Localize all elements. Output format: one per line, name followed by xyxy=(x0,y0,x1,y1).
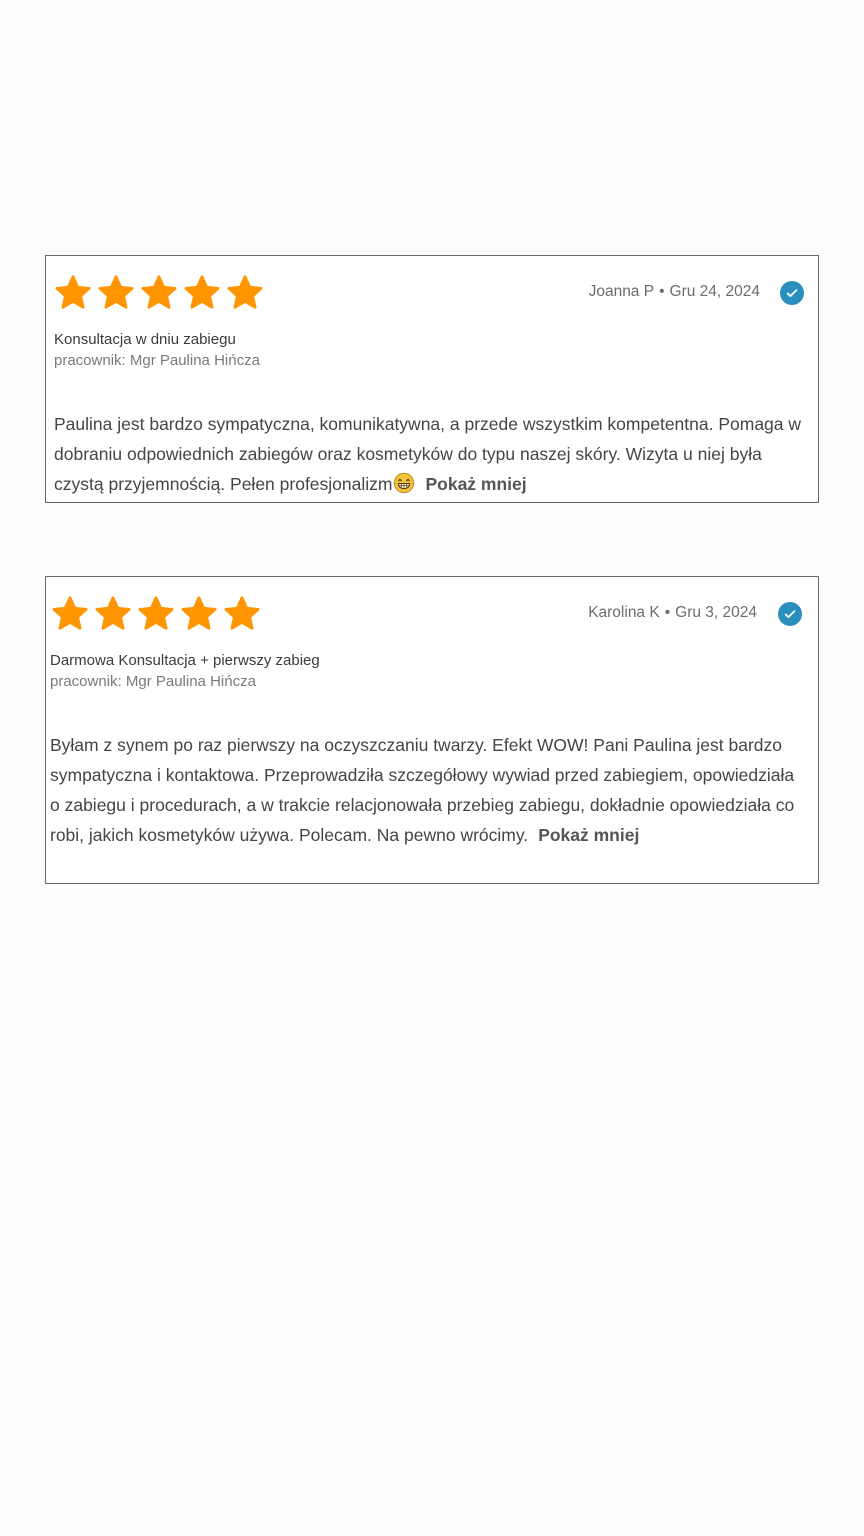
review-employee: pracownik: Mgr Paulina Hińcza xyxy=(54,352,260,369)
meta-separator: • xyxy=(664,604,671,621)
grinning-face-icon xyxy=(393,472,415,494)
show-less-link[interactable]: Pokaż mniej xyxy=(538,825,639,845)
star-rating xyxy=(53,273,265,313)
review-service: Konsultacja w dniu zabiegu xyxy=(54,331,236,348)
verified-check-icon xyxy=(778,602,802,626)
review-date: Gru 3, 2024 xyxy=(675,604,757,621)
review-card: Joanna P • Gru 24, 2024 Konsultacja w dniu… xyxy=(45,255,819,503)
star-icon xyxy=(96,273,136,313)
review-service: Darmowa Konsultacja + pierwszy zabieg xyxy=(50,652,320,669)
review-meta: Joanna P • Gru 24, 2024 xyxy=(589,283,760,301)
review-author: Joanna P xyxy=(588,283,655,300)
review-text-content: Byłam z synem po raz pierwszy na oczyszc… xyxy=(50,735,795,845)
review-employee: pracownik: Mgr Paulina Hińcza xyxy=(50,673,256,690)
star-icon xyxy=(179,594,219,634)
show-less-link[interactable]: Pokaż mniej xyxy=(425,474,526,494)
star-icon xyxy=(222,594,262,634)
review-text: Paulina jest bardzo sympatyczna, komunik… xyxy=(54,409,804,499)
star-icon xyxy=(53,273,93,313)
star-icon xyxy=(182,273,222,313)
star-icon xyxy=(50,594,90,634)
review-text: Byłam z synem po raz pierwszy na oczyszc… xyxy=(50,730,804,850)
star-icon xyxy=(136,594,176,634)
verified-check-icon xyxy=(780,281,804,305)
review-date: Gru 24, 2024 xyxy=(669,283,760,300)
meta-separator: • xyxy=(659,283,665,300)
star-icon xyxy=(225,273,265,313)
star-icon xyxy=(139,273,179,313)
review-card: Karolina K • Gru 3, 2024 Darmowa Konsultac… xyxy=(45,576,819,884)
star-rating xyxy=(50,594,262,634)
review-author: Karolina K xyxy=(588,604,660,621)
review-meta: Karolina K • Gru 3, 2024 xyxy=(588,604,757,622)
star-icon xyxy=(93,594,133,634)
